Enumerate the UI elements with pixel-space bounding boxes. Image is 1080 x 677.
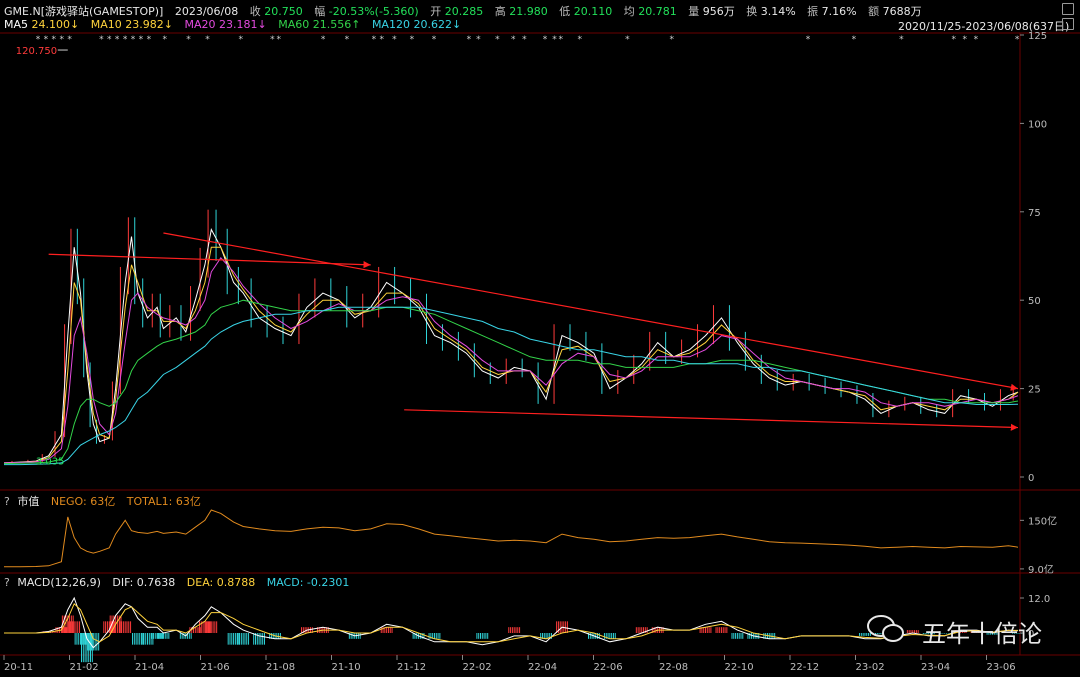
- series-line-ma10: [3, 246, 1019, 464]
- y-tick-label: 100: [1028, 119, 1047, 130]
- market-value-tick-label: 150亿: [1028, 514, 1057, 527]
- x-tick-label: 21-06: [201, 662, 230, 673]
- macd-dea-line: [4, 602, 1018, 643]
- event-star: *: [467, 35, 472, 45]
- event-star: *: [277, 35, 282, 45]
- y-tick-label: 0: [1028, 473, 1034, 484]
- event-star: *: [44, 35, 49, 45]
- x-tick-label: 22-06: [594, 662, 623, 673]
- event-star: *: [52, 35, 57, 45]
- event-star: *: [852, 35, 857, 45]
- series-line-ma120: [4, 306, 1019, 466]
- y-tick-label: 75: [1028, 208, 1041, 219]
- event-star: *: [36, 35, 41, 45]
- event-star: *: [476, 35, 481, 45]
- market-value-tick-label: 9.0亿: [1028, 563, 1054, 576]
- event-star: *: [974, 35, 979, 45]
- x-tick-label: 21-12: [397, 662, 426, 673]
- x-tick-label: 23-04: [921, 662, 950, 673]
- event-star: *: [963, 35, 968, 45]
- event-star: *: [559, 35, 564, 45]
- x-tick-label: 23-02: [856, 662, 885, 673]
- event-star: *: [806, 35, 811, 45]
- macd-dif-line: [4, 596, 1019, 649]
- event-star: *: [669, 35, 674, 45]
- event-star: *: [238, 35, 243, 45]
- watermark-text: 五年十倍论: [922, 620, 1042, 648]
- y-tick-label: 50: [1028, 296, 1041, 307]
- event-star: *: [131, 35, 136, 45]
- event-star: *: [67, 35, 72, 45]
- x-tick-label: 21-10: [332, 662, 361, 673]
- event-star: *: [625, 35, 630, 45]
- event-star: *: [147, 35, 152, 45]
- macd-tick-label: 12.0: [1028, 594, 1050, 605]
- event-star: *: [321, 35, 326, 45]
- event-star: *: [1015, 35, 1020, 45]
- x-tick-label: 22-12: [790, 662, 819, 673]
- event-star: *: [543, 35, 548, 45]
- event-star: *: [951, 35, 956, 45]
- x-tick-label: 22-08: [659, 662, 688, 673]
- event-star: *: [379, 35, 384, 45]
- event-star: *: [186, 35, 191, 45]
- max-price-label: 120.750: [16, 46, 57, 57]
- event-star: *: [432, 35, 437, 45]
- event-star: *: [392, 35, 397, 45]
- min-price-label: 3.035: [36, 456, 65, 467]
- x-tick-label: 20-11: [4, 662, 33, 673]
- x-tick-label: 21-02: [70, 662, 99, 673]
- event-star: *: [123, 35, 128, 45]
- event-star: *: [205, 35, 210, 45]
- y-tick-label: 25: [1028, 385, 1041, 396]
- x-tick-label: 22-02: [463, 662, 492, 673]
- event-star: *: [162, 35, 167, 45]
- x-tick-label: 21-04: [135, 662, 164, 673]
- event-star: *: [899, 35, 904, 45]
- event-star: *: [511, 35, 516, 45]
- market-value-line: [4, 509, 1019, 568]
- event-star: *: [372, 35, 377, 45]
- x-tick-label: 22-10: [725, 662, 754, 673]
- stock-chart[interactable]: 1251007550250120.7503.035* * * * * * * * * * * * * * *…: [0, 0, 1080, 677]
- event-star: *: [522, 35, 527, 45]
- wechat-icon: [882, 624, 904, 642]
- event-star: *: [410, 35, 415, 45]
- event-star: *: [139, 35, 144, 45]
- event-star: *: [115, 35, 120, 45]
- event-star: *: [495, 35, 500, 45]
- event-star: *: [59, 35, 64, 45]
- event-star: *: [270, 35, 275, 45]
- trend-line: [404, 409, 1019, 431]
- event-star: *: [578, 35, 583, 45]
- x-tick-label: 23-06: [987, 662, 1016, 673]
- y-tick-label: 125: [1028, 31, 1047, 42]
- series-line-ma5: [3, 228, 1019, 464]
- event-star: *: [99, 35, 104, 45]
- event-star: *: [552, 35, 557, 45]
- event-star: *: [107, 35, 112, 45]
- x-tick-label: 22-04: [528, 662, 557, 673]
- event-star: *: [345, 35, 350, 45]
- x-tick-label: 21-08: [266, 662, 295, 673]
